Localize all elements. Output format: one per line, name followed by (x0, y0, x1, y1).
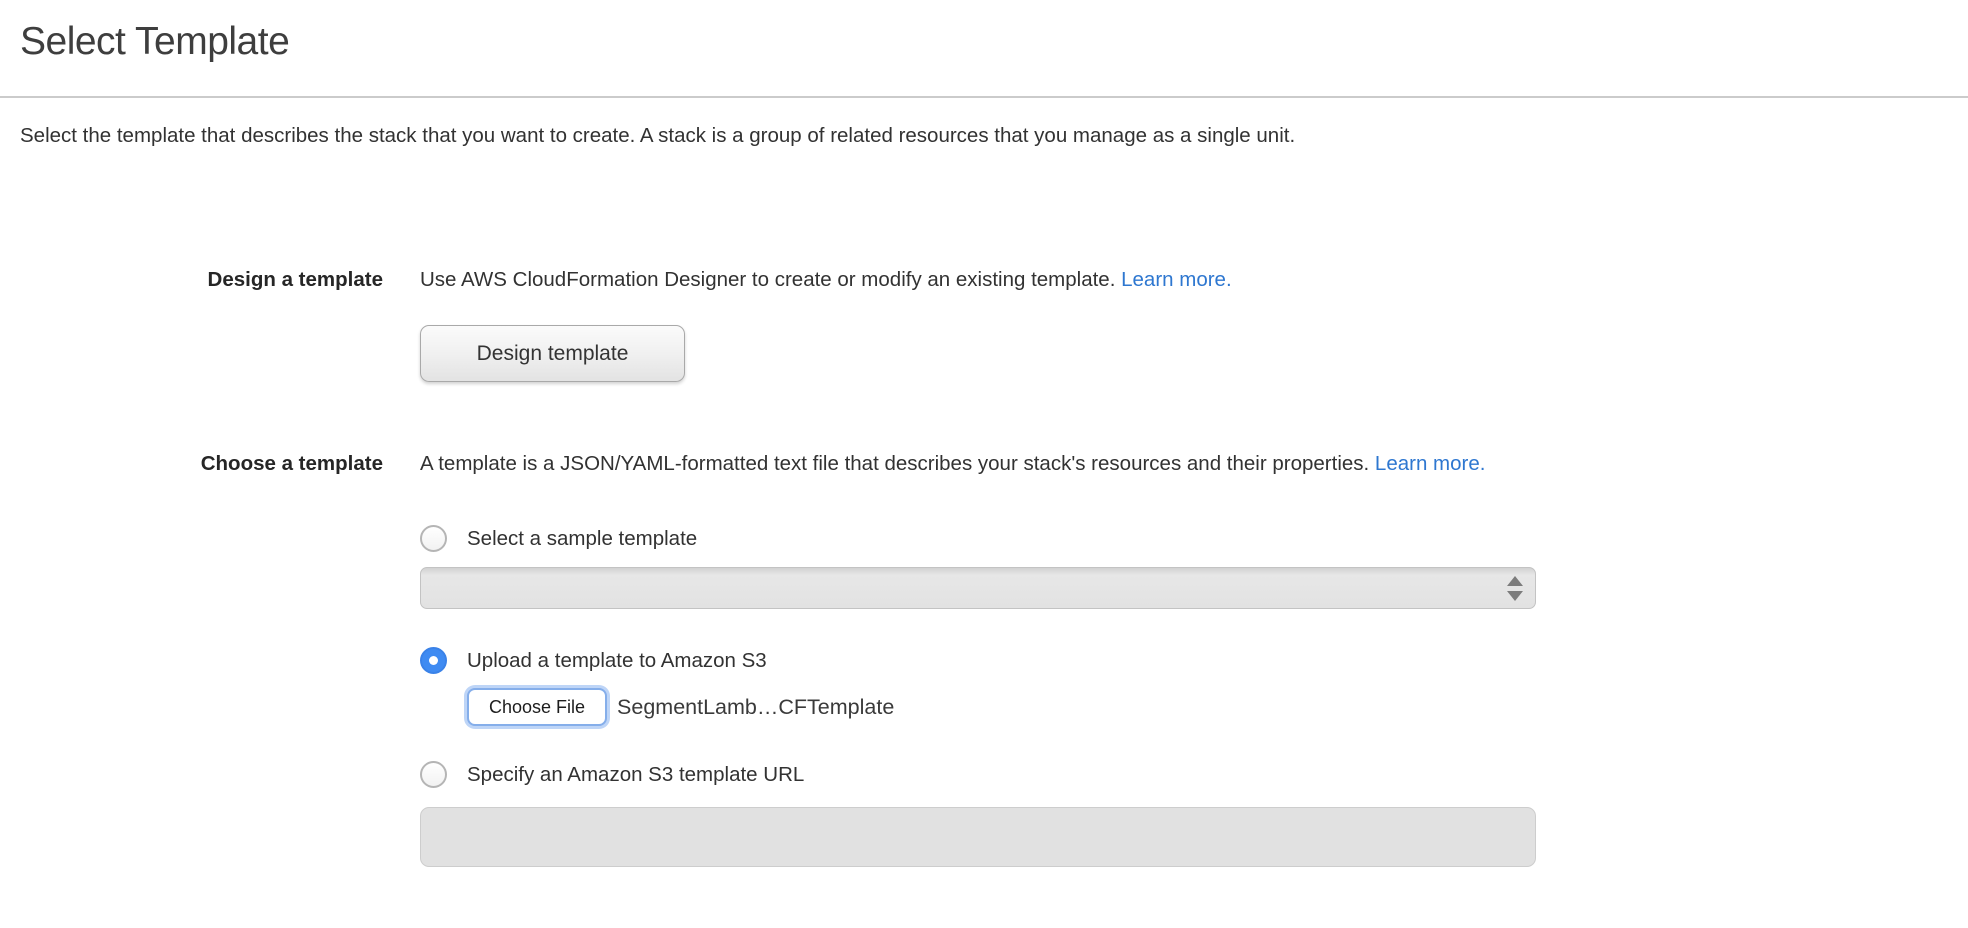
upload-template-radio-icon[interactable] (420, 647, 447, 674)
upload-template-option-label: Upload a template to Amazon S3 (467, 649, 767, 673)
choose-template-label: Choose a template (0, 452, 383, 476)
design-template-text: Use AWS CloudFormation Designer to creat… (420, 268, 1232, 292)
file-upload-row: Choose File SegmentLamb…CFTemplate (467, 688, 894, 726)
uploaded-file-name: SegmentLamb…CFTemplate (617, 695, 894, 720)
page-description: Select the template that describes the s… (20, 124, 1920, 148)
choose-file-button[interactable]: Choose File (467, 688, 607, 726)
s3-url-option[interactable]: Specify an Amazon S3 template URL (420, 761, 804, 788)
s3-url-radio-icon[interactable] (420, 761, 447, 788)
sample-template-option[interactable]: Select a sample template (420, 525, 697, 552)
upload-template-option[interactable]: Upload a template to Amazon S3 (420, 647, 767, 674)
radio-dot-icon (429, 656, 438, 665)
s3-url-option-label: Specify an Amazon S3 template URL (467, 763, 804, 787)
design-template-button[interactable]: Design template (420, 325, 685, 382)
title-divider (0, 96, 1968, 98)
choose-learn-more-link[interactable]: Learn more. (1375, 452, 1486, 475)
select-stepper-icon (1507, 576, 1523, 601)
choose-template-text: A template is a JSON/YAML-formatted text… (420, 452, 1485, 476)
design-template-description: Use AWS CloudFormation Designer to creat… (420, 268, 1121, 291)
s3-url-input[interactable] (420, 807, 1536, 867)
page-title: Select Template (20, 20, 289, 64)
sample-template-option-label: Select a sample template (467, 527, 697, 551)
sample-template-select[interactable] (420, 567, 1536, 609)
select-template-page: Select Template Select the template that… (0, 0, 1968, 928)
design-template-label: Design a template (0, 268, 383, 292)
choose-template-description: A template is a JSON/YAML-formatted text… (420, 452, 1375, 475)
design-learn-more-link[interactable]: Learn more. (1121, 268, 1232, 291)
arrow-up-icon (1507, 576, 1523, 586)
arrow-down-icon (1507, 591, 1523, 601)
sample-template-radio-icon[interactable] (420, 525, 447, 552)
